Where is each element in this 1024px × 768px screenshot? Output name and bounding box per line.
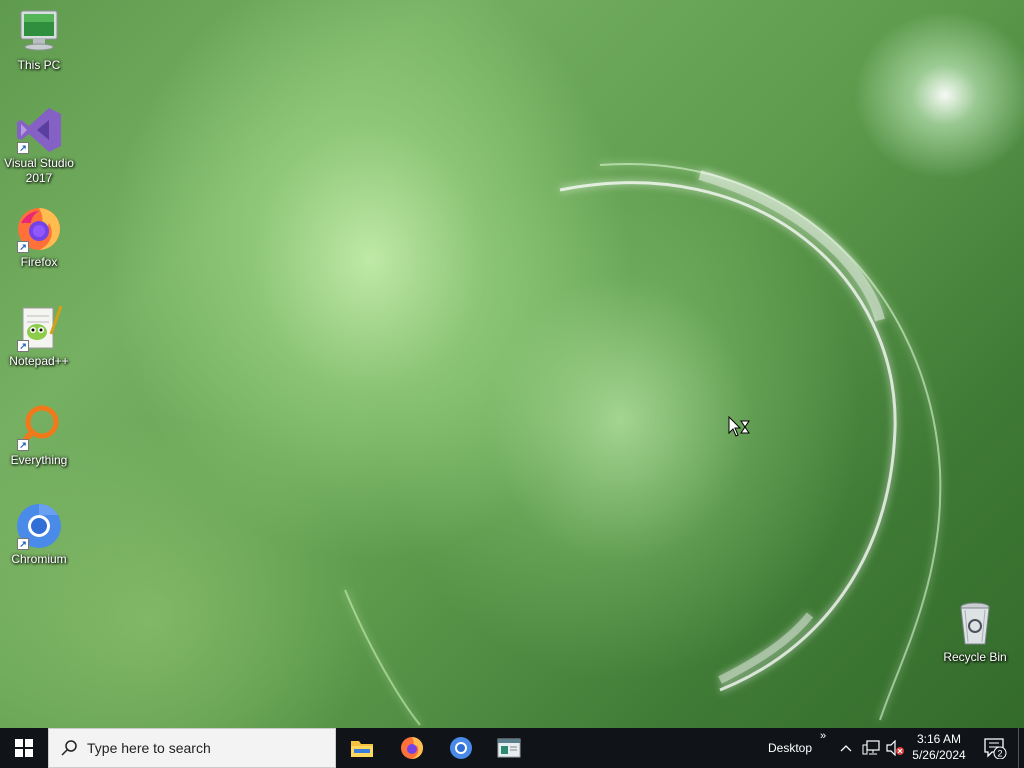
volume-muted-icon — [886, 740, 904, 756]
firefox-icon: ↗ — [15, 205, 63, 253]
taskbar-chromium[interactable] — [437, 728, 485, 768]
search-input[interactable]: Type here to search — [48, 728, 336, 768]
desktop-icon-label: Firefox — [20, 255, 58, 269]
shortcut-arrow-icon: ↗ — [17, 142, 29, 154]
recycle-bin-icon — [951, 600, 999, 648]
firefox-icon — [401, 737, 423, 759]
taskbar: Type here to search Desktop » 3:16 AM 5/… — [0, 728, 1024, 768]
notification-icon: 2 — [984, 738, 1007, 759]
clock-time: 3:16 AM — [916, 732, 962, 746]
taskbar-firefox[interactable] — [388, 728, 436, 768]
chevron-up-icon — [840, 745, 852, 752]
notification-count: 2 — [997, 749, 1002, 759]
computer-icon — [15, 8, 63, 56]
desktop-icon-everything[interactable]: ↗ Everything — [2, 403, 76, 468]
app-window-icon — [497, 738, 521, 758]
file-explorer-icon — [351, 741, 373, 757]
desktop-icon-label: Everything — [10, 453, 68, 467]
search-icon — [61, 740, 77, 756]
desktop-background: This PC ↗ Visual Studio 2017 ↗ Firefox ↗… — [0, 0, 1024, 728]
taskbar-app-window[interactable] — [485, 728, 533, 768]
busy-cursor-icon — [728, 416, 750, 437]
desktop-icon-label: Recycle Bin — [943, 650, 1007, 664]
show-hidden-icons-button[interactable] — [836, 728, 856, 768]
start-button[interactable] — [0, 728, 48, 768]
shortcut-arrow-icon: ↗ — [17, 538, 29, 550]
action-center-button[interactable]: 2 — [980, 728, 1010, 768]
windows-logo-icon — [15, 739, 33, 757]
shortcut-arrow-icon: ↗ — [17, 340, 29, 352]
desktop-icon-label: Chromium — [11, 552, 67, 566]
visual-studio-icon: ↗ — [15, 106, 63, 154]
desktop-icon-label: Notepad++ — [9, 354, 69, 368]
desktop-icon-visual-studio[interactable]: ↗ Visual Studio 2017 — [2, 106, 76, 186]
shortcut-arrow-icon: ↗ — [17, 439, 29, 451]
wallpaper-swirl — [344, 162, 942, 726]
desktop-icon-recycle-bin[interactable]: Recycle Bin — [938, 600, 1012, 665]
network-icon — [862, 740, 880, 755]
taskbar-file-explorer[interactable] — [338, 728, 386, 768]
desktop-icon-label: Visual Studio 2017 — [4, 156, 74, 185]
show-desktop-button[interactable] — [1018, 728, 1024, 768]
desktop-icon-label: This PC — [17, 58, 61, 72]
clock-date: 5/26/2024 — [912, 748, 966, 762]
desktop-icon-firefox[interactable]: ↗ Firefox — [2, 205, 76, 270]
desktop-toolbar-label[interactable]: Desktop — [768, 728, 812, 768]
chromium-icon — [450, 737, 472, 759]
taskbar-clock[interactable]: 3:16 AM 5/26/2024 — [906, 731, 972, 763]
chromium-icon: ↗ — [15, 502, 63, 550]
toolbar-overflow-chevron[interactable]: » — [820, 730, 826, 742]
shortcut-arrow-icon: ↗ — [17, 241, 29, 253]
desktop-icon-this-pc[interactable]: This PC — [2, 8, 76, 73]
volume-tray-button[interactable] — [884, 728, 906, 768]
notepadpp-icon: ↗ — [15, 304, 63, 352]
desktop-icon-notepadpp[interactable]: ↗ Notepad++ — [2, 304, 76, 369]
network-tray-button[interactable] — [860, 728, 882, 768]
everything-icon: ↗ — [15, 403, 63, 451]
search-placeholder: Type here to search — [87, 740, 211, 756]
desktop-icon-chromium[interactable]: ↗ Chromium — [2, 502, 76, 567]
